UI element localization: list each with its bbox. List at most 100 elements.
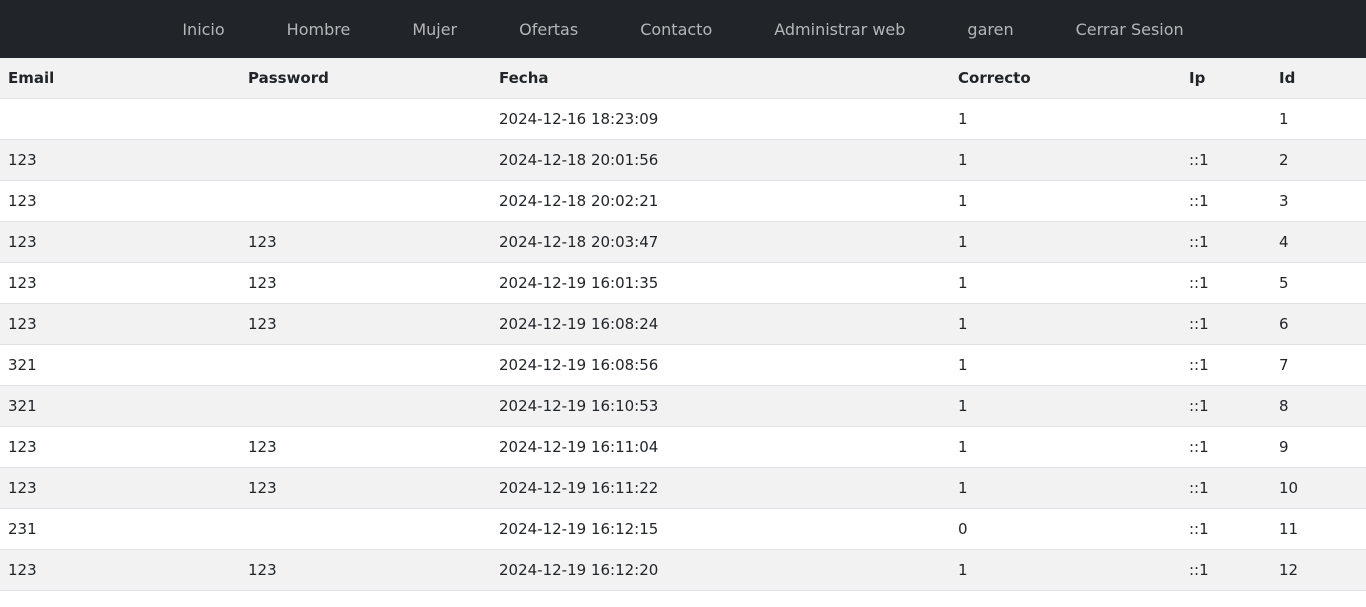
nav-link-ofertas[interactable]: Ofertas xyxy=(488,12,609,47)
cell-correcto: 1 xyxy=(950,98,1181,140)
cell-ip: ::1 xyxy=(1181,385,1271,427)
cell-correcto: 1 xyxy=(950,344,1181,386)
cell-password xyxy=(240,180,491,222)
column-header-id: Id xyxy=(1271,58,1366,99)
nav-link-inicio[interactable]: Inicio xyxy=(151,12,255,47)
cell-fecha: 2024-12-19 16:10:53 xyxy=(491,385,950,427)
cell-password: 123 xyxy=(240,467,491,509)
cell-email: 123 xyxy=(0,426,240,468)
cell-id: 5 xyxy=(1271,262,1366,304)
top-navbar: Inicio Hombre Mujer Ofertas Contacto Adm… xyxy=(0,0,1366,58)
table-row: 321 2024-12-19 16:10:53 1::1 8 xyxy=(0,385,1366,427)
cell-id: 10 xyxy=(1271,467,1366,509)
cell-id: 9 xyxy=(1271,426,1366,468)
cell-fecha: 2024-12-18 20:03:47 xyxy=(491,221,950,263)
cell-ip: ::1 xyxy=(1181,508,1271,550)
cell-email: 321 xyxy=(0,344,240,386)
cell-email: 231 xyxy=(0,508,240,550)
cell-ip: ::1 xyxy=(1181,426,1271,468)
cell-correcto: 1 xyxy=(950,180,1181,222)
table-row: 123 123 2024-12-19 16:08:24 1::1 6 xyxy=(0,303,1366,345)
cell-email: 123 xyxy=(0,180,240,222)
cell-correcto: 1 xyxy=(950,139,1181,181)
cell-email: 123 xyxy=(0,549,240,591)
cell-fecha: 2024-12-19 16:12:20 xyxy=(491,549,950,591)
nav-item-cerrar-sesion: Cerrar Sesion xyxy=(1045,12,1215,47)
cell-ip: ::1 xyxy=(1181,221,1271,263)
cell-fecha: 2024-12-19 16:08:24 xyxy=(491,303,950,345)
nav-item-user: garen xyxy=(936,12,1044,47)
cell-password: 123 xyxy=(240,426,491,468)
table-row: 231 2024-12-19 16:12:15 0::1 11 xyxy=(0,508,1366,550)
cell-id: 1 xyxy=(1271,98,1366,140)
cell-id: 2 xyxy=(1271,139,1366,181)
table-row: 123 2024-12-18 20:02:21 1::1 3 xyxy=(0,180,1366,222)
nav-item-inicio: Inicio xyxy=(151,12,255,47)
cell-email: 123 xyxy=(0,262,240,304)
nav-link-user[interactable]: garen xyxy=(936,12,1044,47)
cell-id: 4 xyxy=(1271,221,1366,263)
nav-link-contacto[interactable]: Contacto xyxy=(609,12,743,47)
cell-correcto: 1 xyxy=(950,221,1181,263)
cell-ip: ::1 xyxy=(1181,262,1271,304)
cell-ip: ::1 xyxy=(1181,467,1271,509)
cell-id: 12 xyxy=(1271,549,1366,591)
cell-fecha: 2024-12-18 20:02:21 xyxy=(491,180,950,222)
cell-fecha: 2024-12-19 16:08:56 xyxy=(491,344,950,386)
cell-fecha: 2024-12-19 16:11:22 xyxy=(491,467,950,509)
cell-fecha: 2024-12-16 18:23:09 xyxy=(491,98,950,140)
nav-item-contacto: Contacto xyxy=(609,12,743,47)
cell-fecha: 2024-12-19 16:01:35 xyxy=(491,262,950,304)
cell-ip: ::1 xyxy=(1181,549,1271,591)
access-log-table: Email Password Fecha Correcto Ip Id 2024… xyxy=(0,58,1366,591)
nav-menu: Inicio Hombre Mujer Ofertas Contacto Adm… xyxy=(151,12,1214,47)
nav-item-administrar-web: Administrar web xyxy=(743,12,936,47)
cell-id: 3 xyxy=(1271,180,1366,222)
cell-correcto: 1 xyxy=(950,385,1181,427)
nav-link-hombre[interactable]: Hombre xyxy=(256,12,382,47)
nav-link-cerrar-sesion[interactable]: Cerrar Sesion xyxy=(1045,12,1215,47)
cell-ip xyxy=(1181,98,1271,140)
cell-ip: ::1 xyxy=(1181,180,1271,222)
cell-email: 123 xyxy=(0,303,240,345)
table-row: 123 123 2024-12-19 16:11:04 1::1 9 xyxy=(0,426,1366,468)
cell-password: 123 xyxy=(240,549,491,591)
cell-fecha: 2024-12-18 20:01:56 xyxy=(491,139,950,181)
nav-link-administrar-web[interactable]: Administrar web xyxy=(743,12,936,47)
nav-item-ofertas: Ofertas xyxy=(488,12,609,47)
cell-correcto: 1 xyxy=(950,467,1181,509)
cell-correcto: 1 xyxy=(950,303,1181,345)
table-row: 2024-12-16 18:23:09 1 1 xyxy=(0,98,1366,140)
cell-password xyxy=(240,98,491,140)
column-header-fecha: Fecha xyxy=(491,58,950,99)
cell-id: 11 xyxy=(1271,508,1366,550)
cell-email: 123 xyxy=(0,467,240,509)
cell-password xyxy=(240,508,491,550)
table-row: 321 2024-12-19 16:08:56 1::1 7 xyxy=(0,344,1366,386)
cell-id: 8 xyxy=(1271,385,1366,427)
column-header-password: Password xyxy=(240,58,491,99)
cell-id: 6 xyxy=(1271,303,1366,345)
cell-fecha: 2024-12-19 16:12:15 xyxy=(491,508,950,550)
table-head: Email Password Fecha Correcto Ip Id xyxy=(0,58,1366,99)
column-header-email: Email xyxy=(0,58,240,99)
cell-fecha: 2024-12-19 16:11:04 xyxy=(491,426,950,468)
cell-password xyxy=(240,385,491,427)
cell-correcto: 0 xyxy=(950,508,1181,550)
cell-correcto: 1 xyxy=(950,549,1181,591)
nav-item-hombre: Hombre xyxy=(256,12,382,47)
table-row: 123 123 2024-12-19 16:12:20 1::1 12 xyxy=(0,549,1366,591)
cell-ip: ::1 xyxy=(1181,139,1271,181)
cell-password: 123 xyxy=(240,221,491,263)
cell-email: 123 xyxy=(0,221,240,263)
cell-password xyxy=(240,139,491,181)
table-row: 123 123 2024-12-19 16:11:22 1::1 10 xyxy=(0,467,1366,509)
cell-email: 123 xyxy=(0,139,240,181)
column-header-ip: Ip xyxy=(1181,58,1271,99)
cell-ip: ::1 xyxy=(1181,344,1271,386)
column-header-correcto: Correcto xyxy=(950,58,1181,99)
cell-correcto: 1 xyxy=(950,426,1181,468)
table-body: 2024-12-16 18:23:09 1 1 123 2024-12-18 20:01… xyxy=(0,98,1366,591)
nav-link-mujer[interactable]: Mujer xyxy=(381,12,488,47)
cell-id: 7 xyxy=(1271,344,1366,386)
